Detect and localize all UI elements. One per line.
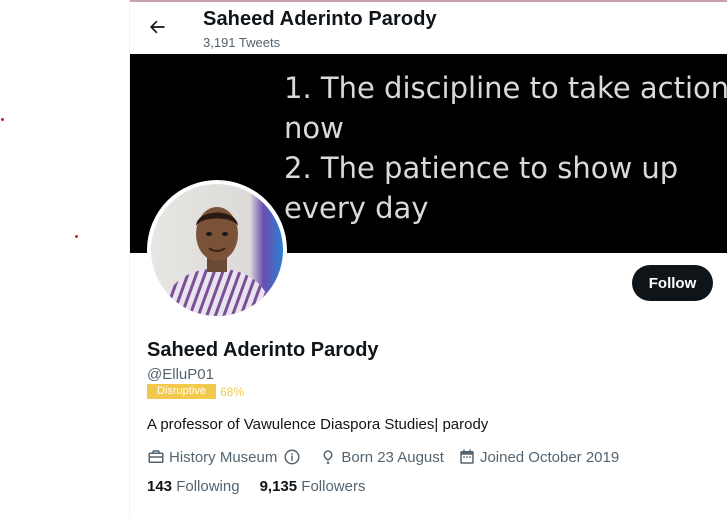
profile-meta: History Museum Born 23 August Joined Oct… bbox=[147, 446, 633, 468]
followers-label: Followers bbox=[301, 478, 366, 495]
meta-location: History Museum bbox=[147, 448, 305, 466]
meta-birthday-text: Born 23 August bbox=[341, 448, 444, 466]
followers-link[interactable]: 9,135 Followers bbox=[260, 478, 366, 495]
header-title: Saheed Aderinto Parody bbox=[203, 8, 437, 30]
following-label: Following bbox=[176, 478, 240, 495]
left-gutter bbox=[0, 0, 129, 518]
status-badge: Disruptive bbox=[147, 384, 216, 399]
profile-name: Saheed Aderinto Parody bbox=[147, 339, 379, 361]
banner-line: now bbox=[284, 111, 344, 145]
profile-handle: @ElluP01 bbox=[147, 366, 214, 383]
profile-column: Saheed Aderinto Parody 3,191 Tweets 1. T… bbox=[129, 0, 727, 518]
banner-line: 1. The discipline to take action bbox=[284, 71, 727, 105]
banner-line: every day bbox=[284, 191, 429, 225]
red-dot bbox=[1, 118, 4, 121]
avatar[interactable] bbox=[147, 180, 287, 320]
info-button[interactable] bbox=[283, 448, 305, 466]
meta-joined-text: Joined October 2019 bbox=[479, 448, 620, 466]
follow-stats: 143 Following 9,135 Followers bbox=[147, 478, 385, 495]
meta-joined: Joined October 2019 bbox=[458, 448, 619, 466]
badge-percent: 68% bbox=[220, 385, 245, 399]
following-link[interactable]: 143 Following bbox=[147, 478, 240, 495]
meta-birthday: Born 23 August bbox=[319, 448, 444, 466]
tweet-count: 3,191 Tweets bbox=[203, 35, 281, 50]
banner-line: 2. The patience to show up bbox=[284, 151, 679, 185]
back-button[interactable] bbox=[142, 12, 172, 42]
banner-text: 1. The discipline to take action now 2. … bbox=[284, 68, 727, 228]
profile-bio: A professor of Vawulence Diaspora Studie… bbox=[147, 416, 489, 433]
avatar-photo bbox=[151, 184, 283, 316]
info-icon bbox=[284, 449, 300, 465]
arrow-left-icon bbox=[150, 20, 165, 34]
red-dot bbox=[75, 235, 78, 238]
balloon-icon bbox=[323, 450, 333, 464]
followers-count: 9,135 bbox=[259, 478, 302, 495]
briefcase-icon bbox=[148, 450, 164, 463]
profile-header: Saheed Aderinto Parody 3,191 Tweets bbox=[130, 2, 727, 54]
following-count: 143 bbox=[147, 478, 177, 495]
follow-button[interactable]: Follow bbox=[632, 265, 713, 301]
calendar-icon bbox=[460, 449, 474, 464]
meta-location-text: History Museum bbox=[169, 448, 278, 466]
